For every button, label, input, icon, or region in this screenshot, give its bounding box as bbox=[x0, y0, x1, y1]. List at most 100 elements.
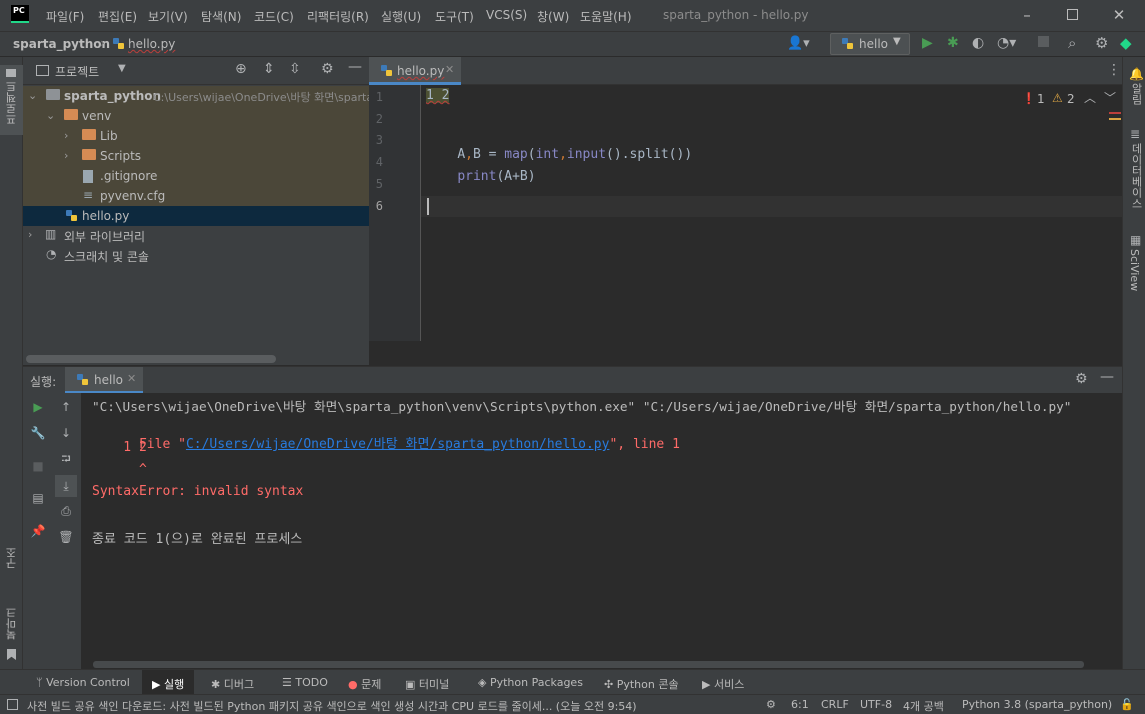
maximize-icon[interactable] bbox=[1063, 5, 1083, 25]
tree-item-scripts[interactable]: › Scripts bbox=[23, 146, 369, 166]
project-panel-title[interactable]: 프로젝트 bbox=[55, 63, 99, 80]
settings-icon[interactable]: ⚙ bbox=[1075, 371, 1088, 387]
tree-item-hello-py[interactable]: hello.py bbox=[23, 206, 369, 226]
soft-wrap-icon[interactable]: ⮒ bbox=[58, 451, 74, 467]
window-title: sparta_python - hello.py bbox=[663, 8, 809, 22]
btab-debug[interactable]: ✱ 디버그 bbox=[211, 676, 254, 692]
btab-todo[interactable]: ☰ TODO bbox=[282, 676, 328, 689]
caret-position[interactable]: 6:1 bbox=[791, 698, 809, 711]
code-token: ().split()) bbox=[606, 147, 693, 162]
down-arrow-icon[interactable]: ↓ bbox=[58, 425, 74, 441]
line-number: 1 bbox=[375, 90, 383, 104]
scroll-to-end-icon[interactable]: ⤓ bbox=[55, 475, 77, 497]
btab-python-packages[interactable]: ◈ Python Packages bbox=[478, 676, 583, 689]
menu-help[interactable]: 도움말(H) bbox=[580, 8, 632, 25]
hide-panel-icon[interactable]: — bbox=[348, 59, 362, 75]
modify-config-icon[interactable]: 🔧 bbox=[30, 425, 46, 441]
btab-terminal[interactable]: ▣ 터미널 bbox=[405, 676, 449, 692]
btab-python-console[interactable]: ✣ Python 콘솔 bbox=[604, 676, 679, 692]
profile-icon[interactable]: ◔▾ bbox=[997, 35, 1016, 51]
debug-icon: ✱ bbox=[211, 678, 224, 691]
notifications-tab-label[interactable]: 알림 bbox=[1128, 83, 1144, 105]
editor-tab-hello[interactable]: hello.py ✕ bbox=[369, 57, 461, 85]
rerun-icon[interactable]: ▶ bbox=[30, 399, 46, 415]
warning-stripe-mark bbox=[1109, 118, 1121, 120]
python-interpreter[interactable]: Python 3.8 (sparta_python) bbox=[962, 698, 1112, 711]
stop-icon[interactable] bbox=[1038, 36, 1049, 47]
menu-view[interactable]: 보기(V) bbox=[148, 8, 188, 25]
locate-icon[interactable]: ⊕ bbox=[235, 61, 247, 77]
close-tab-icon[interactable]: ✕ bbox=[127, 372, 136, 385]
collapse-all-icon[interactable]: ⇳ bbox=[289, 61, 301, 77]
console-hscrollbar[interactable] bbox=[93, 661, 1084, 668]
hide-panel-icon[interactable]: — bbox=[1100, 369, 1114, 385]
scratch-icon: ◔ bbox=[46, 247, 57, 261]
search-icon[interactable]: ⌕ bbox=[1068, 34, 1076, 52]
run-config-select[interactable]: hello ▼ bbox=[830, 33, 910, 55]
tree-item-pyvenv[interactable]: ≡ pyvenv.cfg bbox=[23, 186, 369, 206]
line-separator[interactable]: CRLF bbox=[821, 698, 849, 711]
error-icon[interactable]: ❗ bbox=[1022, 92, 1036, 105]
minimize-icon[interactable]: – bbox=[1017, 5, 1037, 25]
code-editor[interactable]: 1 2 A,B = map(int,input().split()) print… bbox=[421, 85, 1122, 341]
close-window-icon[interactable]: ✕ bbox=[1109, 5, 1129, 25]
tree-item-gitignore[interactable]: .gitignore bbox=[23, 166, 369, 186]
jetbrains-toolbox-icon[interactable]: ◆ bbox=[1120, 34, 1132, 52]
toggle-tool-windows-icon[interactable] bbox=[7, 699, 18, 710]
btab-run[interactable]: ▶ 실행 bbox=[142, 670, 195, 694]
tree-item-external-libraries[interactable]: › ▥ 외부 라이브러리 bbox=[23, 225, 369, 245]
menu-vcs[interactable]: VCS(S) bbox=[486, 8, 527, 22]
project-tool-tab[interactable]: 프로젝트 bbox=[0, 65, 23, 135]
structure-tab-label[interactable]: 구조 bbox=[4, 547, 20, 569]
tree-item-scratches[interactable]: ◔ 스크래치 및 콘솔 bbox=[23, 245, 369, 265]
menu-edit[interactable]: 편집(E) bbox=[98, 8, 137, 25]
close-tab-icon[interactable]: ✕ bbox=[445, 63, 454, 76]
breadcrumb-project[interactable]: sparta_python bbox=[13, 37, 110, 51]
debug-icon[interactable]: ✱ bbox=[947, 35, 959, 51]
menu-refactor[interactable]: 리팩터링(R) bbox=[307, 8, 369, 25]
console-output[interactable]: "C:\Users\wijae\OneDrive\바탕 화면\sparta_py… bbox=[81, 393, 1122, 669]
menu-tools[interactable]: 도구(T) bbox=[435, 8, 474, 25]
next-highlight-icon[interactable]: ﹀ bbox=[1104, 89, 1116, 106]
trash-icon[interactable]: 🗑 bbox=[58, 529, 74, 545]
up-arrow-icon[interactable]: ↑ bbox=[58, 399, 74, 415]
package-icon: ◈ bbox=[478, 676, 490, 689]
chevron-down-icon[interactable]: ▼ bbox=[118, 63, 126, 74]
tree-item-lib[interactable]: › Lib bbox=[23, 126, 369, 146]
database-tab-label[interactable]: 데이터베이스 bbox=[1128, 143, 1144, 209]
btab-problems[interactable]: ● 문제 bbox=[348, 676, 381, 692]
pin-tab-icon[interactable]: 📌 bbox=[30, 523, 46, 539]
menu-window[interactable]: 창(W) bbox=[537, 8, 569, 25]
tree-label: .gitignore bbox=[100, 169, 158, 183]
expand-all-icon[interactable]: ⇕ bbox=[263, 61, 275, 77]
project-hscrollbar[interactable] bbox=[26, 355, 276, 363]
menu-run[interactable]: 실행(U) bbox=[381, 8, 421, 25]
more-options-icon[interactable]: ⋮ bbox=[1107, 62, 1121, 78]
stop-icon[interactable]: ■ bbox=[30, 458, 46, 474]
tree-item-root[interactable]: ⌄ sparta_python C:\Users\wijae\OneDrive\… bbox=[23, 86, 369, 106]
breadcrumb-file[interactable]: hello.py bbox=[128, 37, 175, 51]
status-message[interactable]: 사전 빌드 공유 색인 다운로드: 사전 빌드된 Python 패키지 공유 색… bbox=[27, 698, 757, 714]
user-icon[interactable]: 👤▾ bbox=[787, 36, 810, 51]
restore-layout-icon[interactable]: ▤ bbox=[30, 490, 46, 506]
run-tab-hello[interactable]: hello ✕ bbox=[65, 367, 143, 394]
lock-icon[interactable]: 🔓 bbox=[1120, 698, 1134, 711]
previous-highlight-icon[interactable]: ︿ bbox=[1084, 89, 1096, 106]
file-encoding[interactable]: UTF-8 bbox=[860, 698, 892, 711]
bookmarks-tab-label[interactable]: 북마크 bbox=[4, 607, 20, 640]
btab-services[interactable]: ▶ 서비스 bbox=[702, 676, 744, 692]
run-icon[interactable]: ▶ bbox=[922, 35, 933, 51]
btab-version-control[interactable]: ᛘ Version Control bbox=[36, 676, 130, 689]
warning-icon[interactable]: ⚠ bbox=[1052, 91, 1063, 105]
menu-file[interactable]: 파일(F) bbox=[46, 8, 84, 25]
menu-code[interactable]: 코드(C) bbox=[254, 8, 294, 25]
print-icon[interactable]: ⎙ bbox=[58, 503, 74, 519]
console-file-link[interactable]: C:/Users/wijae/OneDrive/바탕 화면/sparta_pyt… bbox=[186, 437, 610, 452]
settings-icon[interactable]: ⚙ bbox=[321, 61, 334, 77]
indent-setting[interactable]: 4개 공백 bbox=[903, 698, 944, 714]
sciview-tab-label[interactable]: SciView bbox=[1128, 249, 1141, 291]
settings-icon[interactable]: ⚙ bbox=[1095, 34, 1108, 52]
coverage-icon[interactable]: ◐ bbox=[972, 35, 984, 51]
menu-navigate[interactable]: 탐색(N) bbox=[201, 8, 241, 25]
tree-item-venv[interactable]: ⌄ venv bbox=[23, 106, 369, 126]
